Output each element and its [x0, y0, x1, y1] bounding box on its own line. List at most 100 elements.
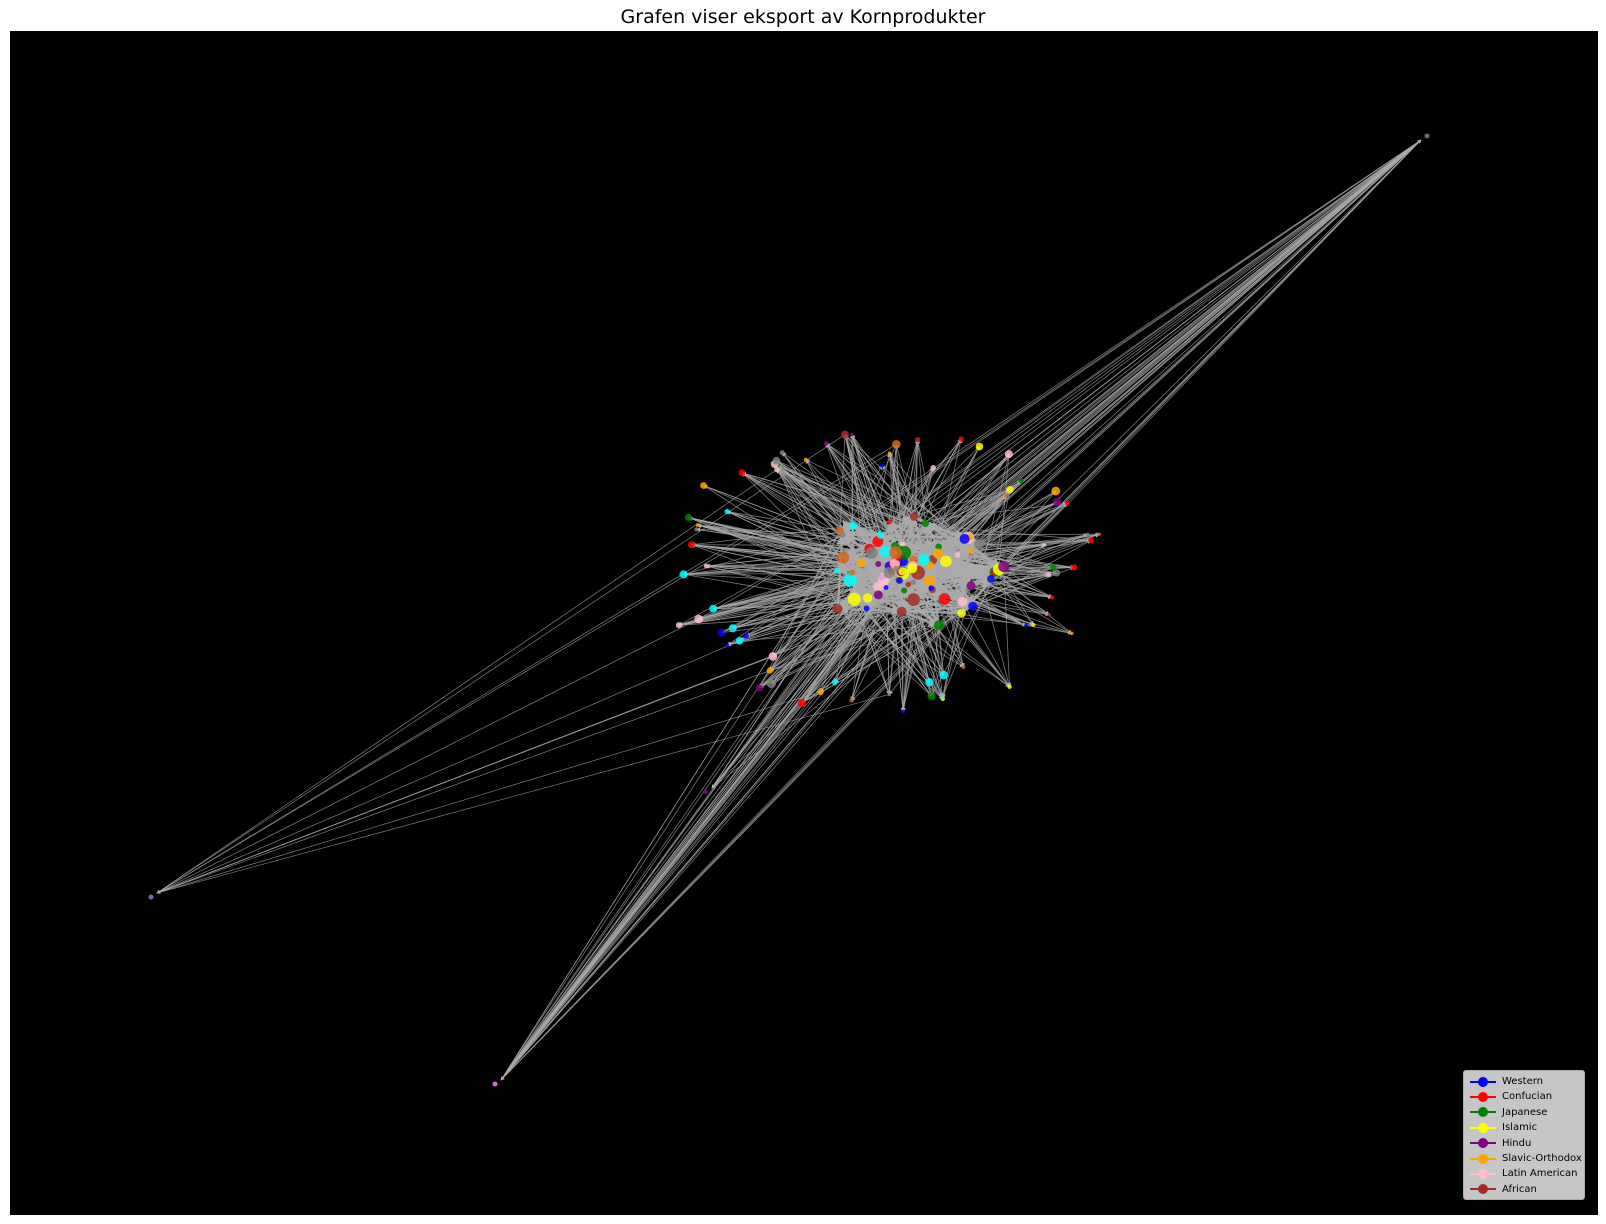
node: [998, 561, 1010, 573]
node: [724, 508, 730, 515]
node: [772, 456, 781, 465]
edge: [500, 546, 939, 1081]
edge: [156, 452, 890, 894]
legend-item: African: [1470, 1182, 1578, 1197]
node: [876, 531, 885, 539]
node: [841, 430, 849, 439]
node: [925, 677, 934, 687]
legend-label: Western: [1502, 1076, 1544, 1088]
node: [957, 596, 968, 607]
node: [679, 570, 688, 579]
legend-label: Confucian: [1502, 1091, 1553, 1103]
edge: [500, 557, 844, 1081]
edge: [156, 434, 846, 894]
edge: [500, 560, 947, 1081]
node: [891, 439, 901, 449]
legend-label: Latin American: [1502, 1168, 1578, 1180]
legend-marker-icon: [1470, 1168, 1496, 1179]
edge: [156, 640, 740, 894]
node: [887, 692, 892, 697]
edge: [869, 139, 1422, 550]
legend-label: Islamic: [1502, 1122, 1538, 1134]
node: [938, 593, 951, 605]
node: [933, 620, 944, 631]
node: [921, 519, 930, 528]
edge: [500, 552, 873, 1081]
node: [850, 432, 854, 437]
node: [1085, 532, 1090, 537]
node: [675, 622, 682, 629]
node: [709, 604, 718, 613]
node: [766, 667, 774, 674]
node: [973, 539, 985, 550]
edge: [994, 139, 1422, 573]
node: [907, 593, 920, 606]
legend-label: African: [1502, 1183, 1537, 1195]
node: [768, 652, 778, 661]
node: [910, 579, 917, 585]
legend: Western Confucian Japanese Islamic Hindu Slav…: [1463, 1069, 1585, 1200]
edge: [500, 562, 897, 1081]
edge: [885, 139, 1422, 588]
node: [987, 575, 995, 583]
node: [755, 684, 763, 692]
edge: [156, 656, 774, 894]
node: [887, 519, 893, 525]
edge: [961, 139, 1422, 614]
node: [743, 632, 749, 639]
node: [856, 558, 866, 568]
node: [694, 527, 699, 532]
node: [1424, 133, 1430, 139]
node: [797, 698, 807, 708]
node: [704, 790, 708, 794]
edge: [500, 525, 854, 1081]
node: [873, 590, 883, 600]
network-plot-area: Western Confucian Japanese Islamic Hindu Slav…: [10, 31, 1598, 1215]
node: [896, 606, 907, 617]
edge: [500, 583, 885, 1081]
legend-label: Hindu: [1502, 1137, 1532, 1149]
node: [939, 670, 948, 680]
node: [1024, 623, 1028, 628]
edge: [500, 573, 904, 1081]
node: [928, 585, 934, 591]
legend-item: Slavic-Orthodox: [1470, 1151, 1582, 1166]
edge: [843, 139, 1422, 558]
edge: [500, 536, 971, 1081]
node: [879, 463, 884, 468]
node: [875, 561, 882, 568]
edge: [500, 587, 932, 1081]
node: [834, 568, 840, 574]
node: [1053, 569, 1061, 577]
edge: [878, 139, 1422, 588]
legend-marker-icon: [1470, 1122, 1496, 1133]
node: [887, 451, 892, 455]
node: [968, 601, 978, 611]
node: [833, 604, 843, 614]
node: [687, 541, 696, 549]
node: [1031, 622, 1036, 627]
node: [883, 585, 889, 590]
node: [966, 581, 976, 591]
node: [909, 512, 919, 521]
node: [1053, 497, 1062, 506]
node: [849, 698, 854, 703]
node: [889, 546, 903, 560]
node: [954, 552, 961, 558]
edge: [500, 572, 853, 1081]
node: [905, 581, 912, 588]
node: [728, 624, 737, 633]
node: [907, 563, 918, 574]
edge: [500, 594, 879, 1081]
network-graph: [148, 133, 1430, 1087]
node: [1004, 450, 1013, 459]
edge: [500, 572, 994, 1081]
node: [823, 440, 829, 446]
node: [1018, 478, 1024, 484]
node: [967, 547, 974, 554]
node: [684, 513, 693, 522]
node: [492, 1081, 498, 1087]
legend-item: Japanese: [1470, 1105, 1578, 1120]
edge: [500, 559, 925, 1081]
edge: [895, 139, 1422, 553]
